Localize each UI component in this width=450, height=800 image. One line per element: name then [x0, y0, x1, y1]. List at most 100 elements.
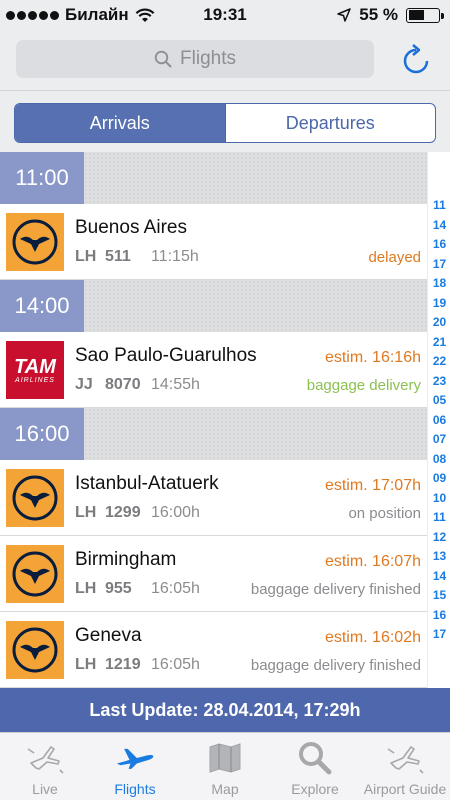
tab-arrivals[interactable]: Arrivals [15, 104, 225, 142]
tab-airport-guide[interactable]: Airport Guide [360, 733, 450, 800]
index-item[interactable]: 23 [428, 374, 450, 388]
flight-meta: LH 1299 16:00h [75, 504, 200, 522]
flight-row[interactable]: Birmingham LH 955 16:05h estim. 16:07h b… [0, 536, 427, 612]
flight-meta: JJ 8070 14:55h [75, 376, 200, 394]
estimated-time: estim. 16:16h [324, 349, 421, 366]
index-item[interactable]: 22 [428, 354, 450, 368]
tab-explore[interactable]: Explore [270, 733, 360, 800]
airline-code: JJ [75, 376, 93, 393]
tam-logo-subtext: AIRLINES [15, 376, 55, 384]
index-item[interactable]: 20 [428, 315, 450, 329]
flight-list: 11:00 Buenos Aires LH 511 11:15h delayed… [0, 152, 427, 688]
battery-icon [406, 7, 444, 23]
estimated-time: estim. 16:02h [324, 629, 421, 646]
refresh-icon [403, 44, 429, 74]
flight-row[interactable]: TAM AIRLINES Sao Paulo-Guarulhos JJ 8070… [0, 332, 427, 408]
flight-status: baggage delivery finished [250, 581, 421, 598]
section-index-bar[interactable]: 11 14 16 17 18 19 20 21 22 23 05 06 07 0… [427, 152, 450, 688]
tab-live[interactable]: Live [0, 733, 90, 800]
airline-code: LH [75, 656, 97, 673]
flight-city: Istanbul-Atatuerk [75, 473, 219, 494]
tam-logo-text: TAM [14, 355, 56, 378]
flight-meta: LH 1219 16:05h [75, 656, 200, 674]
tab-departures[interactable]: Departures [224, 104, 436, 142]
estimated-time: estim. 17:07h [324, 477, 421, 494]
index-item[interactable]: 21 [428, 335, 450, 349]
flight-row[interactable]: Istanbul-Atatuerk LH 1299 16:00h estim. … [0, 460, 427, 536]
hour-label: 16:00 [0, 408, 84, 460]
scheduled-time: 16:05h [151, 656, 200, 673]
tab-label: Airport Guide [363, 781, 447, 797]
index-item[interactable]: 12 [428, 530, 450, 544]
flight-city: Birmingham [75, 549, 177, 570]
index-item[interactable]: 17 [428, 257, 450, 271]
flight-number: 1299 [105, 504, 141, 521]
index-item[interactable]: 06 [428, 413, 450, 427]
status-right: 55 % [337, 5, 444, 25]
airport-guide-icon [385, 739, 425, 777]
scheduled-time: 16:00h [151, 504, 200, 521]
flight-status: baggage delivery [306, 377, 421, 394]
flight-status: baggage delivery finished [250, 657, 421, 674]
flight-meta: LH 955 16:05h [75, 580, 200, 598]
battery-percent: 55 % [359, 5, 398, 24]
index-item[interactable]: 14 [428, 569, 450, 583]
index-item[interactable]: 10 [428, 491, 450, 505]
scheduled-time: 14:55h [151, 376, 200, 393]
tab-map[interactable]: Map [180, 733, 270, 800]
index-item[interactable]: 17 [428, 627, 450, 641]
index-item[interactable]: 15 [428, 588, 450, 602]
arrivals-departures-segment: Arrivals Departures [14, 103, 436, 143]
hour-section-header: 11:00 [0, 152, 427, 204]
map-icon [205, 739, 245, 777]
refresh-button[interactable] [397, 40, 435, 78]
tab-label: Live [32, 781, 58, 797]
hour-label: 11:00 [0, 152, 84, 204]
hour-section-header: 16:00 [0, 408, 427, 460]
search-input[interactable]: Flights [16, 40, 374, 78]
flight-number: 955 [105, 580, 132, 597]
search-icon [154, 50, 172, 68]
battery-level [408, 10, 425, 20]
index-item[interactable]: 13 [428, 549, 450, 563]
flight-number: 8070 [105, 376, 141, 393]
flight-status: on position [348, 505, 421, 522]
index-item[interactable]: 19 [428, 296, 450, 310]
index-item[interactable]: 09 [428, 471, 450, 485]
hour-label: 14:00 [0, 280, 84, 332]
scheduled-time: 16:05h [151, 580, 200, 597]
index-item[interactable]: 18 [428, 276, 450, 290]
index-item[interactable]: 05 [428, 393, 450, 407]
segment-area: Arrivals Departures [0, 90, 450, 152]
flight-number: 1219 [105, 656, 141, 673]
tab-label: Explore [291, 781, 339, 797]
index-item[interactable]: 16 [428, 608, 450, 622]
magnifier-icon [295, 739, 335, 777]
airline-code: LH [75, 248, 97, 265]
hour-header-pattern [84, 408, 427, 460]
lufthansa-logo-icon [6, 621, 64, 679]
index-item[interactable]: 07 [428, 432, 450, 446]
flight-row[interactable]: Buenos Aires LH 511 11:15h delayed [0, 204, 427, 280]
tab-flights[interactable]: Flights [90, 733, 180, 800]
airline-code: LH [75, 580, 97, 597]
index-item[interactable]: 08 [428, 452, 450, 466]
flight-number: 511 [105, 248, 131, 265]
index-item[interactable]: 11 [428, 510, 450, 524]
airline-code: LH [75, 504, 97, 521]
location-arrow-icon [337, 8, 351, 22]
search-placeholder: Flights [180, 48, 236, 69]
flight-row[interactable]: Geneva LH 1219 16:05h estim. 16:02h bagg… [0, 612, 427, 688]
index-item[interactable]: 11 [428, 198, 450, 212]
lufthansa-logo-icon [6, 213, 64, 271]
hour-header-pattern [84, 152, 427, 204]
airplane-icon [115, 739, 155, 777]
hour-section-header: 14:00 [0, 280, 427, 332]
index-item[interactable]: 16 [428, 237, 450, 251]
index-item[interactable]: 14 [428, 218, 450, 232]
tam-logo-icon: TAM AIRLINES [6, 341, 64, 399]
flight-city: Buenos Aires [75, 217, 187, 238]
tab-label: Map [211, 781, 239, 797]
flight-meta: LH 511 11:15h [75, 248, 199, 266]
tab-label: Flights [114, 781, 156, 797]
